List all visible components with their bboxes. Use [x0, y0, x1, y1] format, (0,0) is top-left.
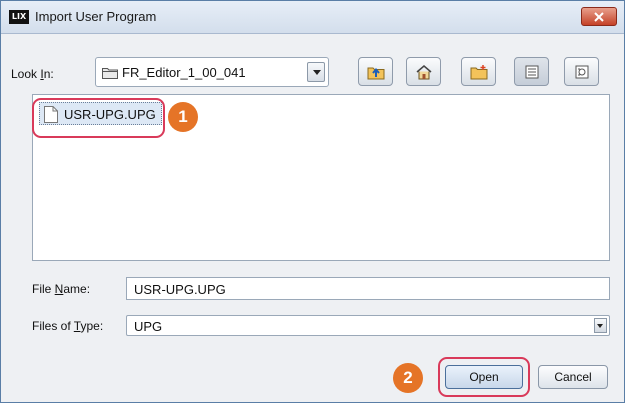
home-icon: [416, 65, 432, 80]
close-icon: [594, 12, 604, 22]
chevron-down-icon[interactable]: [307, 62, 325, 82]
look-in-combo[interactable]: FR_Editor_1_00_041: [95, 57, 329, 87]
up-one-level-button[interactable]: [358, 57, 393, 86]
current-folder: FR_Editor_1_00_041: [122, 65, 246, 80]
details-view-icon: [575, 65, 589, 79]
file-type-label: Files of Type:: [32, 319, 104, 333]
import-dialog: LIX Import User Program Look In: FR_Edit…: [0, 0, 625, 403]
file-type-select[interactable]: UPG: [126, 315, 610, 336]
list-view-icon: [525, 65, 539, 79]
app-logo-icon: LIX: [9, 10, 29, 24]
file-type-value: UPG: [134, 319, 163, 334]
file-name-field[interactable]: USR-UPG.UPG: [126, 277, 610, 300]
folder-icon: [102, 68, 118, 79]
step-badge-2: 2: [393, 363, 423, 393]
new-folder-button[interactable]: [461, 57, 496, 86]
file-name-label: File Name:: [32, 282, 91, 296]
home-button[interactable]: [406, 57, 441, 86]
open-button[interactable]: Open: [445, 365, 523, 389]
look-in-label: Look In:: [11, 67, 54, 81]
title-bar: LIX Import User Program: [1, 1, 624, 34]
chevron-down-icon[interactable]: [594, 318, 607, 333]
step-badge-1: 1: [168, 102, 198, 132]
new-folder-icon: [470, 65, 488, 80]
list-view-button[interactable]: [514, 57, 549, 86]
up-folder-icon: [367, 67, 385, 80]
window-title: Import User Program: [35, 9, 157, 24]
file-name-value: USR-UPG.UPG: [134, 282, 226, 297]
details-view-button[interactable]: [564, 57, 599, 86]
highlight-outline-file: [32, 98, 165, 138]
cancel-button[interactable]: Cancel: [538, 365, 608, 389]
close-button[interactable]: [581, 7, 617, 26]
